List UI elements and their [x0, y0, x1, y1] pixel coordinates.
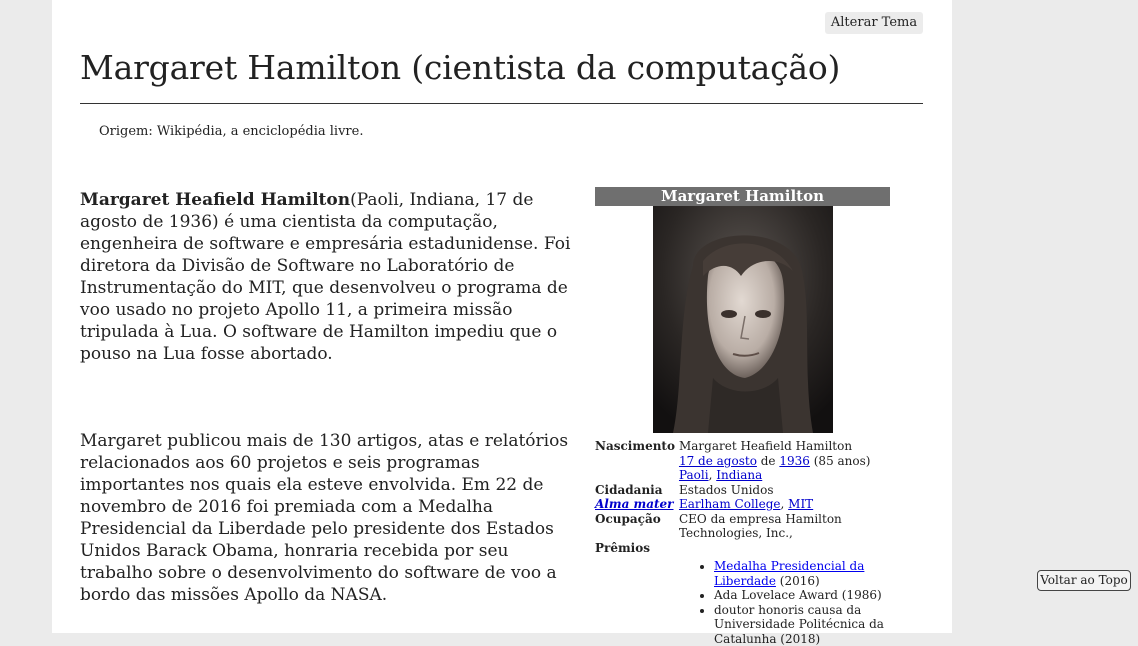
occupation-value: CEO da empresa Hamilton Technologies, In…: [679, 512, 890, 541]
second-paragraph: Margaret publicou mais de 130 artigos, a…: [80, 430, 572, 606]
infobox: Margaret Hamilton Nascimento: [595, 187, 890, 646]
subject-full-name: Margaret Heafield Hamilton: [80, 190, 350, 210]
intro-paragraph: Margaret Heafield Hamilton(Paoli, Indian…: [80, 189, 572, 365]
birth-place-paoli-link[interactable]: Paoli: [679, 468, 709, 482]
occupation-label: Ocupação: [595, 512, 679, 541]
alma-separator: ,: [781, 497, 785, 511]
alma-mater-label-link[interactable]: Alma mater: [595, 497, 674, 511]
award-item: Medalha Presidencial da Liberdade (2016): [714, 559, 890, 588]
source-note: Origem: Wikipédia, a enciclopédia livre.: [99, 124, 363, 139]
awards-row: Prêmios: [595, 541, 890, 556]
change-theme-button[interactable]: Alterar Tema: [825, 12, 923, 34]
birth-de-text: de: [761, 454, 776, 468]
mit-link[interactable]: MIT: [788, 497, 813, 511]
back-to-top-button[interactable]: Voltar ao Topo: [1037, 570, 1131, 591]
occupation-row: Ocupação CEO da empresa Hamilton Technol…: [595, 512, 890, 541]
infobox-table: Nascimento Margaret Heafield Hamilton 17…: [595, 439, 890, 555]
award-item: Ada Lovelace Award (1986): [714, 588, 890, 603]
award-year: (2016): [780, 574, 820, 588]
birth-place-indiana-link[interactable]: Indiana: [716, 468, 762, 482]
birth-name: Margaret Heafield Hamilton: [679, 439, 890, 454]
title-divider: [80, 103, 923, 104]
infobox-title: Margaret Hamilton: [595, 187, 890, 206]
birth-date-link[interactable]: 17 de agosto: [679, 454, 757, 468]
birth-row: Nascimento Margaret Heafield Hamilton 17…: [595, 439, 890, 483]
award-item: doutor honoris causa da Universidade Pol…: [714, 603, 890, 646]
page-title: Margaret Hamilton (cientista da computaç…: [80, 48, 840, 87]
birth-place-separator: ,: [709, 468, 713, 482]
citizenship-value: Estados Unidos: [679, 483, 890, 498]
portrait-photo: [653, 206, 833, 433]
birth-label: Nascimento: [595, 439, 679, 483]
awards-label: Prêmios: [595, 541, 679, 556]
birth-age: (85 anos): [814, 454, 871, 468]
intro-text: (Paoli, Indiana, 17 de agosto de 1936) é…: [80, 190, 570, 364]
alma-mater-row: Alma mater Earlham College, MIT: [595, 497, 890, 512]
earlham-college-link[interactable]: Earlham College: [679, 497, 781, 511]
citizenship-row: Cidadania Estados Unidos: [595, 483, 890, 498]
citizenship-label: Cidadania: [595, 483, 679, 498]
birth-year-link[interactable]: 1936: [779, 454, 810, 468]
